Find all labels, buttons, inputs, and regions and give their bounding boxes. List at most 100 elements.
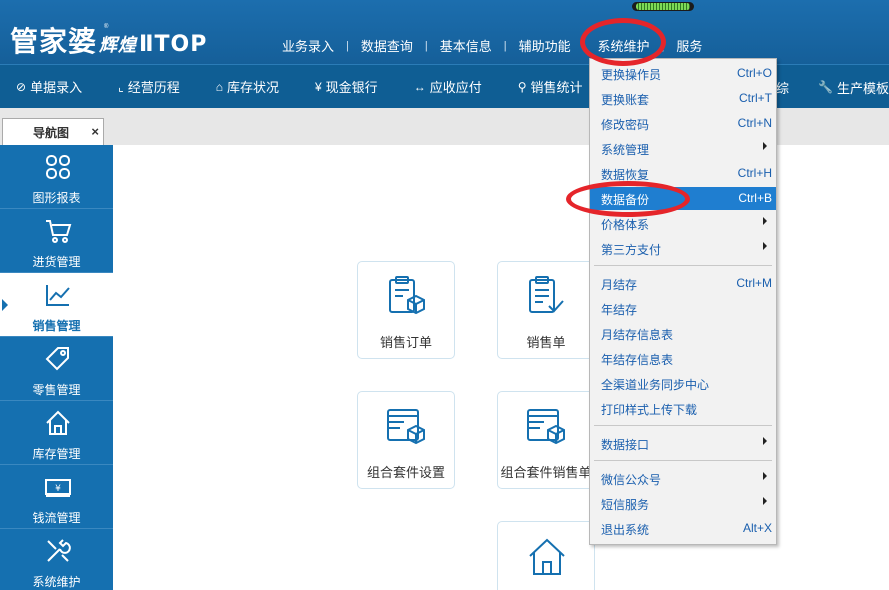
menu-shortcut: Ctrl+N: [737, 116, 772, 130]
toolbar-inventory-status[interactable]: ⌂ 库存状况: [216, 77, 279, 96]
card-sales-order[interactable]: 销售订单: [357, 261, 455, 359]
menu-item-label: 数据接口: [601, 438, 650, 452]
toolbar-label: 单据录入: [30, 80, 83, 95]
menu-item-monthly-closing-report[interactable]: 月结存信息表: [590, 322, 776, 345]
menu-item-annual-closing[interactable]: 年结存: [590, 297, 776, 320]
toolbar-label: 销售统计: [530, 80, 583, 95]
top-menu-service[interactable]: 服务: [664, 36, 714, 55]
top-menu-basic-info[interactable]: 基本信息: [428, 36, 504, 55]
checklist-icon: [529, 276, 564, 313]
home-icon: ⌂: [215, 79, 223, 94]
system-maintenance-dropdown: 更换操作员 Ctrl+O 更换账套 Ctrl+T 修改密码 Ctrl+N 系统管理 数…: [589, 58, 777, 545]
top-menu-data-query[interactable]: 数据查询: [349, 36, 425, 55]
menu-item-change-account[interactable]: 更换账套 Ctrl+T: [590, 87, 776, 110]
trend-icon: [46, 285, 70, 306]
annotation-circle-data-backup: [566, 181, 690, 217]
menu-item-monthly-closing[interactable]: 月结存 Ctrl+M: [590, 272, 776, 295]
menu-item-sms-service[interactable]: 短信服务: [590, 492, 776, 515]
menu-separator: [594, 460, 772, 461]
sidebar-item-label: 钱流管理: [32, 511, 81, 525]
toolbar-label: 应收应付: [429, 80, 482, 95]
menu-shortcut: Ctrl+M: [736, 276, 772, 290]
app-header: 管家婆 辉煌ⅡTOP ® 业务录入 | 数据查询 | 基本信息 | 辅助功能 | …: [0, 0, 889, 64]
arrows-icon: ↔: [413, 79, 426, 94]
menu-shortcut: Ctrl+T: [739, 91, 772, 105]
menu-shortcut: Ctrl+H: [737, 166, 772, 180]
menu-item-annual-closing-report[interactable]: 年结存信息表: [590, 347, 776, 370]
menu-item-change-password[interactable]: 修改密码 Ctrl+N: [590, 112, 776, 135]
card-label: 销售订单: [379, 335, 432, 350]
card-label: 组合套件销售单: [500, 465, 592, 480]
submenu-arrow-icon: [763, 142, 767, 150]
submenu-arrow-icon: [763, 437, 767, 445]
tab-navigation-map[interactable]: 导航图 ×: [2, 118, 104, 145]
sidebar-item-sales[interactable]: 销售管理: [0, 273, 113, 337]
menu-item-label: 短信服务: [601, 498, 650, 512]
toolbar-label: 库存状况: [226, 80, 279, 95]
toolbar-sales-stats[interactable]: ⚲ 销售统计: [518, 77, 583, 96]
status-progress-indicator: [632, 2, 694, 11]
cart-icon: [46, 220, 72, 243]
sidebar: 图形报表 进货管理 销售管理 零售管理 库存管理 ¥ 钱流管理 系统维护: [0, 145, 113, 590]
toolbar-hidden-fragment: 综: [776, 80, 790, 96]
logo-sub-text: 辉煌: [99, 35, 138, 56]
card-bundle-settings[interactable]: 组合套件设置: [357, 391, 455, 489]
sidebar-item-retail[interactable]: 零售管理: [0, 337, 113, 401]
submenu-arrow-icon: [763, 242, 767, 250]
toolbar-business-history[interactable]: ⌞ 经营历程: [118, 77, 180, 96]
toolbar-production-template[interactable]: 🔧 生产模板: [818, 65, 889, 109]
tab-label: 导航图: [33, 125, 70, 140]
sidebar-item-label: 零售管理: [32, 383, 81, 397]
menu-item-label: 更换账套: [601, 93, 650, 107]
menu-item-wechat[interactable]: 微信公众号: [590, 467, 776, 490]
menu-item-label: 第三方支付: [601, 243, 662, 257]
toolbar-receivable-payable[interactable]: ↔ 应收应付: [414, 77, 482, 96]
menu-item-label: 年结存: [601, 303, 638, 317]
top-menu-auxiliary[interactable]: 辅助功能: [507, 36, 583, 55]
close-icon[interactable]: ×: [91, 124, 99, 139]
svg-text:¥: ¥: [55, 484, 61, 494]
logo-main-text: 管家婆: [10, 25, 98, 58]
menu-item-label: 价格体系: [601, 218, 650, 232]
menu-item-print-style-upload[interactable]: 打印样式上传下载: [590, 397, 776, 420]
annotation-circle-system-menu: [580, 18, 666, 66]
submenu-arrow-icon: [763, 217, 767, 225]
card-sales-document[interactable]: 销售单: [497, 261, 595, 359]
menu-item-label: 打印样式上传下载: [601, 403, 698, 417]
submenu-arrow-icon: [763, 497, 767, 505]
menu-shortcut: Alt+X: [742, 521, 772, 535]
money-icon: ¥: [45, 479, 71, 497]
menu-shortcut: Ctrl+B: [738, 191, 772, 205]
menu-item-system-management[interactable]: 系统管理: [590, 137, 776, 160]
tag-icon: [45, 347, 69, 371]
toolbar-cash-bank[interactable]: ¥ 现金银行: [315, 77, 378, 96]
menu-item-omnichannel-sync[interactable]: 全渠道业务同步中心: [590, 372, 776, 395]
menu-item-label: 年结存信息表: [601, 353, 674, 367]
menu-item-label: 修改密码: [601, 118, 650, 132]
house-icon: [529, 538, 565, 575]
top-menu-business-entry[interactable]: 业务录入: [270, 36, 346, 55]
sidebar-item-purchase[interactable]: 进货管理: [0, 209, 113, 273]
logo-top-text: ⅡTOP: [139, 32, 208, 57]
toolbar-label: 现金银行: [325, 80, 378, 95]
sidebar-item-system-maintenance[interactable]: 系统维护: [0, 529, 113, 590]
toolbar-document-entry[interactable]: ⊘ 单据录入: [16, 77, 82, 96]
sidebar-item-label: 图形报表: [32, 191, 81, 205]
menu-separator: [594, 265, 772, 266]
menu-separator: [594, 425, 772, 426]
order-box-icon: [389, 276, 425, 315]
toolbar-label: 经营历程: [127, 80, 180, 95]
card-bundle-sales[interactable]: 组合套件销售单: [497, 391, 595, 489]
document-entry-icon: ⊘: [16, 79, 27, 94]
submenu-arrow-icon: [763, 472, 767, 480]
sidebar-item-inventory[interactable]: 库存管理: [0, 401, 113, 465]
sidebar-item-graph-reports[interactable]: 图形报表: [0, 145, 113, 209]
card-partial[interactable]: [497, 521, 595, 590]
menu-item-exit-system[interactable]: 退出系统 Alt+X: [590, 517, 776, 540]
menu-item-third-party-payment[interactable]: 第三方支付: [590, 237, 776, 260]
sidebar-item-label: 库存管理: [32, 447, 81, 461]
sidebar-item-cash-flow[interactable]: ¥ 钱流管理: [0, 465, 113, 529]
menu-item-data-interface[interactable]: 数据接口: [590, 432, 776, 455]
search-icon: ⚲: [517, 79, 527, 94]
tools-icon: [47, 539, 71, 562]
